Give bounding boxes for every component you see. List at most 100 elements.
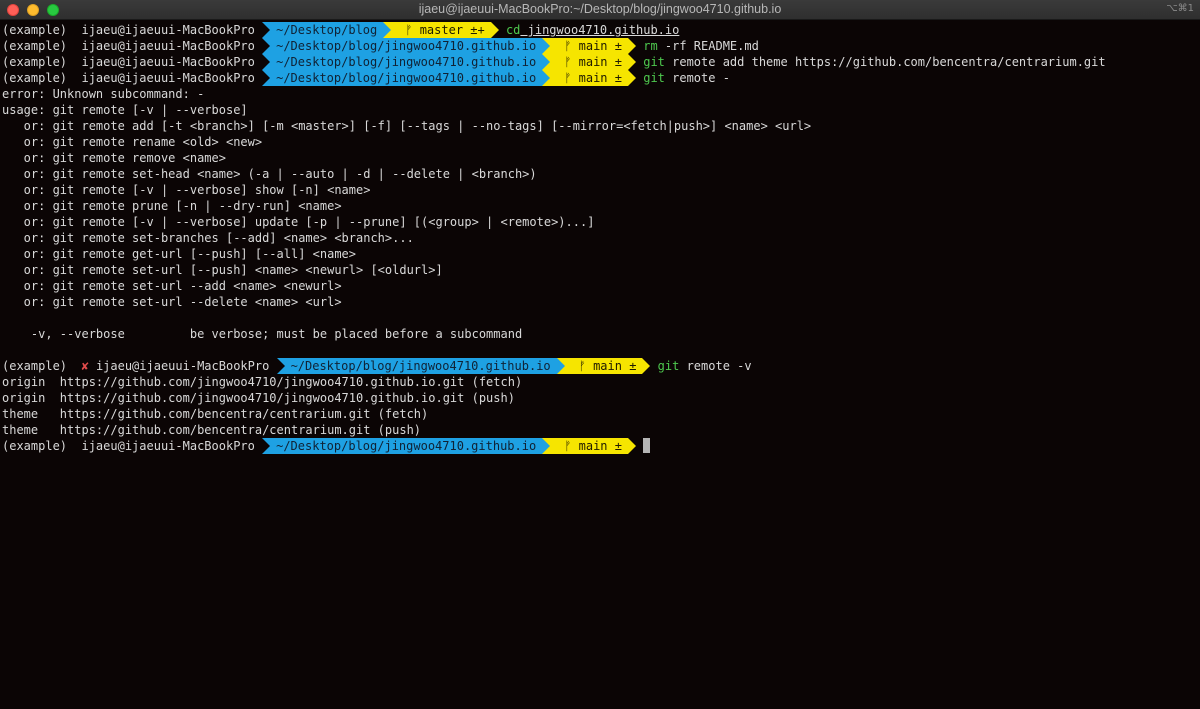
prompt-user-host: ijaeu@ijaeuui-MacBookPro: [67, 39, 263, 53]
command-args: -rf README.md: [657, 39, 759, 53]
prompt-directory: ~/Desktop/blog/jingwoo4710.github.io: [270, 38, 543, 54]
terminal-line: or: git remote set-url [--push] <name> <…: [2, 262, 1200, 278]
powerline-separator-icon: [262, 38, 271, 54]
prompt-directory: ~/Desktop/blog/jingwoo4710.github.io: [284, 358, 557, 374]
terminal-line: origin https://github.com/jingwoo4710/ji…: [2, 390, 1200, 406]
output-text: theme https://github.com/bencentra/centr…: [2, 423, 422, 437]
env-name: (example): [2, 23, 68, 37]
command-name: cd: [505, 23, 521, 37]
env-name: (example): [2, 71, 68, 85]
env-name: (example): [2, 55, 68, 69]
command-name: git: [643, 71, 665, 85]
output-text: origin https://github.com/jingwoo4710/ji…: [2, 375, 523, 389]
powerline-separator-icon: [542, 38, 551, 54]
terminal-line: or: git remote set-url --add <name> <new…: [2, 278, 1200, 294]
powerline-separator-icon: [262, 438, 271, 454]
terminal-line: or: git remote remove <name>: [2, 150, 1200, 166]
prompt-git-branch: ᚠ main ±: [564, 358, 643, 374]
output-text: or: git remote prune [-n | --dry-run] <n…: [2, 199, 342, 213]
powerline-separator-icon: [542, 438, 551, 454]
terminal-line: or: git remote [-v | --verbose] update […: [2, 214, 1200, 230]
output-text: or: git remote get-url [--push] [--all] …: [2, 247, 357, 261]
powerline-separator-icon: [262, 70, 271, 86]
terminal-line: (example) ijaeu@ijaeuui-MacBookPro ~/Des…: [2, 38, 1200, 54]
terminal-line: origin https://github.com/jingwoo4710/ji…: [2, 374, 1200, 390]
output-text: or: git remote set-url [--push] <name> <…: [2, 263, 443, 277]
prompt-directory: ~/Desktop/blog/jingwoo4710.github.io: [270, 70, 543, 86]
title-bar[interactable]: ijaeu@ijaeuui-MacBookPro:~/Desktop/blog/…: [0, 0, 1200, 20]
terminal-output[interactable]: (example) ijaeu@ijaeuui-MacBookPro ~/Des…: [0, 20, 1200, 454]
terminal-line: theme https://github.com/bencentra/centr…: [2, 422, 1200, 438]
output-text: or: git remote set-url --add <name> <new…: [2, 279, 342, 293]
terminal-line: or: git remote get-url [--push] [--all] …: [2, 246, 1200, 262]
powerline-separator-icon: [383, 22, 392, 38]
env-name: (example): [2, 359, 68, 373]
powerline-separator-icon: [642, 358, 651, 374]
text-cursor[interactable]: [643, 438, 651, 453]
output-text: or: git remote set-url --delete <name> <…: [2, 295, 342, 309]
prompt-user-host: ijaeu@ijaeuui-MacBookPro: [67, 23, 263, 37]
output-text: theme https://github.com/bencentra/centr…: [2, 407, 429, 421]
output-text: -v, --verbose be verbose; must be placed…: [2, 327, 523, 341]
powerline-separator-icon: [627, 438, 636, 454]
powerline-separator-icon: [490, 22, 499, 38]
prompt-git-branch: ᚠ main ±: [550, 70, 628, 86]
prompt-user-host: ijaeu@ijaeuui-MacBookPro: [67, 55, 263, 69]
terminal-line: or: git remote rename <old> <new>: [2, 134, 1200, 150]
powerline-separator-icon: [627, 70, 636, 86]
powerline-separator-icon: [542, 70, 551, 86]
command-name: rm: [643, 39, 658, 53]
terminal-line: or: git remote prune [-n | --dry-run] <n…: [2, 198, 1200, 214]
prompt-directory: ~/Desktop/blog/jingwoo4710.github.io: [270, 54, 543, 70]
env-name: (example): [2, 439, 68, 453]
terminal-line: (example) ijaeu@ijaeuui-MacBookPro ~/Des…: [2, 70, 1200, 86]
prompt-user-host: ijaeu@ijaeuui-MacBookPro: [67, 439, 263, 453]
output-text: or: git remote remove <name>: [2, 151, 226, 165]
output-text: or: git remote set-head <name> (-a | --a…: [2, 167, 537, 181]
terminal-line: error: Unknown subcommand: -: [2, 86, 1200, 102]
window-title: ijaeu@ijaeuui-MacBookPro:~/Desktop/blog/…: [418, 2, 782, 16]
output-text: or: git remote [-v | --verbose] show [-n…: [2, 183, 371, 197]
command-args: remote add theme https://github.com/benc…: [664, 55, 1106, 69]
powerline-separator-icon: [627, 38, 636, 54]
command-args: remote -: [664, 71, 730, 85]
error-cross-icon: ✘: [67, 359, 96, 373]
terminal-line: -v, --verbose be verbose; must be placed…: [2, 326, 1200, 342]
terminal-line: or: git remote set-url --delete <name> <…: [2, 294, 1200, 310]
prompt-git-branch: ᚠ main ±: [550, 438, 628, 454]
output-text: or: git remote add [-t <branch>] [-m <ma…: [2, 119, 812, 133]
powerline-separator-icon: [556, 358, 565, 374]
output-text: error: Unknown subcommand: -: [2, 87, 205, 101]
powerline-separator-icon: [276, 358, 285, 374]
command-args: jingwoo4710.github.io: [520, 23, 680, 37]
terminal-window: ijaeu@ijaeuui-MacBookPro:~/Desktop/blog/…: [0, 0, 1200, 709]
powerline-separator-icon: [262, 54, 271, 70]
prompt-git-branch: ᚠ master ±+: [391, 22, 491, 38]
command-name: git: [657, 359, 680, 373]
terminal-line: or: git remote [-v | --verbose] show [-n…: [2, 182, 1200, 198]
command-name: git: [643, 55, 665, 69]
output-text: or: git remote [-v | --verbose] update […: [2, 215, 595, 229]
prompt-directory: ~/Desktop/blog/jingwoo4710.github.io: [270, 438, 543, 454]
prompt-git-branch: ᚠ main ±: [550, 54, 628, 70]
tab-shortcut: ⌥⌘1: [1166, 3, 1194, 14]
terminal-line: (example) ✘ ijaeu@ijaeuui-MacBookPro ~/D…: [2, 358, 1200, 374]
terminal-line: (example) ijaeu@ijaeuui-MacBookPro ~/Des…: [2, 438, 1200, 454]
terminal-line: usage: git remote [-v | --verbose]: [2, 102, 1200, 118]
output-text: origin https://github.com/jingwoo4710/ji…: [2, 391, 515, 405]
powerline-separator-icon: [542, 54, 551, 70]
terminal-line: (example) ijaeu@ijaeuui-MacBookPro ~/Des…: [2, 22, 1200, 38]
terminal-line: (example) ijaeu@ijaeuui-MacBookPro ~/Des…: [2, 54, 1200, 70]
prompt-directory: ~/Desktop/blog: [270, 22, 384, 38]
terminal-line: or: git remote set-head <name> (-a | --a…: [2, 166, 1200, 182]
command-args: remote -v: [679, 359, 752, 373]
powerline-separator-icon: [262, 22, 271, 38]
terminal-line: or: git remote add [-t <branch>] [-m <ma…: [2, 118, 1200, 134]
